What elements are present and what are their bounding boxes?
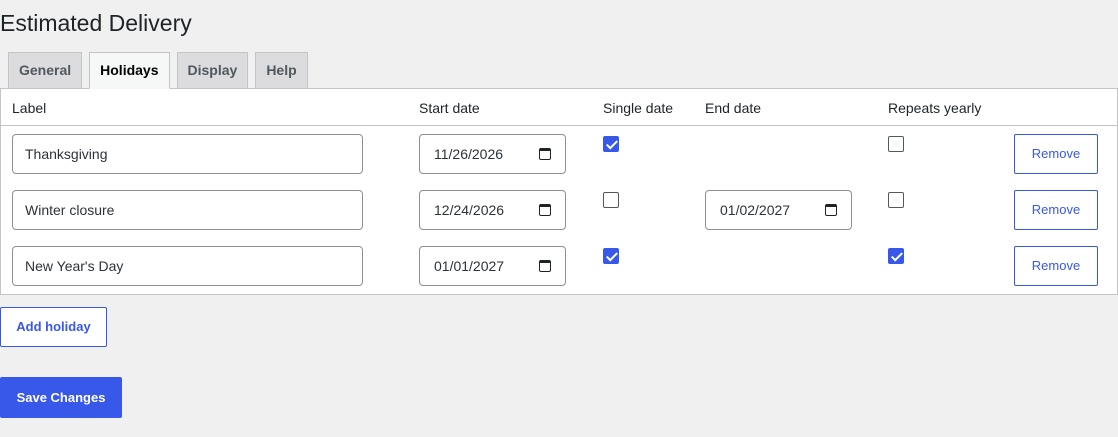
header-repeats-yearly: Repeats yearly xyxy=(888,100,982,116)
remove-button[interactable]: Remove xyxy=(1014,190,1098,230)
single-date-checkbox[interactable] xyxy=(603,136,619,152)
table-row: New Year's Day 01/01/2027 Remove xyxy=(1,238,1117,294)
holiday-label-input[interactable]: New Year's Day xyxy=(12,246,363,286)
repeats-yearly-checkbox[interactable] xyxy=(888,136,904,152)
remove-button[interactable]: Remove xyxy=(1014,134,1098,174)
calendar-icon[interactable] xyxy=(539,260,551,272)
header-end-date: End date xyxy=(705,100,762,116)
page-title: Estimated Delivery xyxy=(0,10,192,36)
single-date-checkbox[interactable] xyxy=(603,248,619,264)
start-date-input[interactable]: 11/26/2026 xyxy=(419,134,566,174)
tab-bar: General Holidays Display Help xyxy=(8,52,315,89)
calendar-icon[interactable] xyxy=(539,204,551,216)
remove-button[interactable]: Remove xyxy=(1014,246,1098,286)
repeats-yearly-checkbox[interactable] xyxy=(888,192,904,208)
table-row: Winter closure 12/24/2026 01/02/2027 Rem… xyxy=(1,182,1117,238)
tab-general[interactable]: General xyxy=(8,52,83,88)
holidays-table: Label Start date Single date End date Re… xyxy=(0,88,1118,295)
tab-help[interactable]: Help xyxy=(255,52,308,88)
start-date-value: 01/01/2027 xyxy=(434,258,505,274)
tab-display[interactable]: Display xyxy=(176,52,249,88)
header-start-date: Start date xyxy=(419,100,480,116)
save-changes-button[interactable]: Save Changes xyxy=(0,377,122,418)
calendar-icon[interactable] xyxy=(539,148,551,160)
end-date-input[interactable]: 01/02/2027 xyxy=(705,190,852,230)
table-row: Thanksgiving 11/26/2026 Remove xyxy=(1,126,1117,182)
holiday-label-input[interactable]: Winter closure xyxy=(12,190,363,230)
header-label: Label xyxy=(12,100,47,116)
start-date-value: 12/24/2026 xyxy=(434,202,505,218)
header-single-date: Single date xyxy=(603,100,674,116)
tab-holidays[interactable]: Holidays xyxy=(89,52,170,89)
end-date-value: 01/02/2027 xyxy=(720,202,791,218)
single-date-checkbox[interactable] xyxy=(603,192,619,208)
add-holiday-button[interactable]: Add holiday xyxy=(0,307,107,347)
table-header: Label Start date Single date End date Re… xyxy=(1,89,1117,126)
start-date-input[interactable]: 01/01/2027 xyxy=(419,246,566,286)
start-date-input[interactable]: 12/24/2026 xyxy=(419,190,566,230)
holiday-label-input[interactable]: Thanksgiving xyxy=(12,134,363,174)
calendar-icon[interactable] xyxy=(825,204,837,216)
repeats-yearly-checkbox[interactable] xyxy=(888,248,904,264)
start-date-value: 11/26/2026 xyxy=(434,146,504,162)
